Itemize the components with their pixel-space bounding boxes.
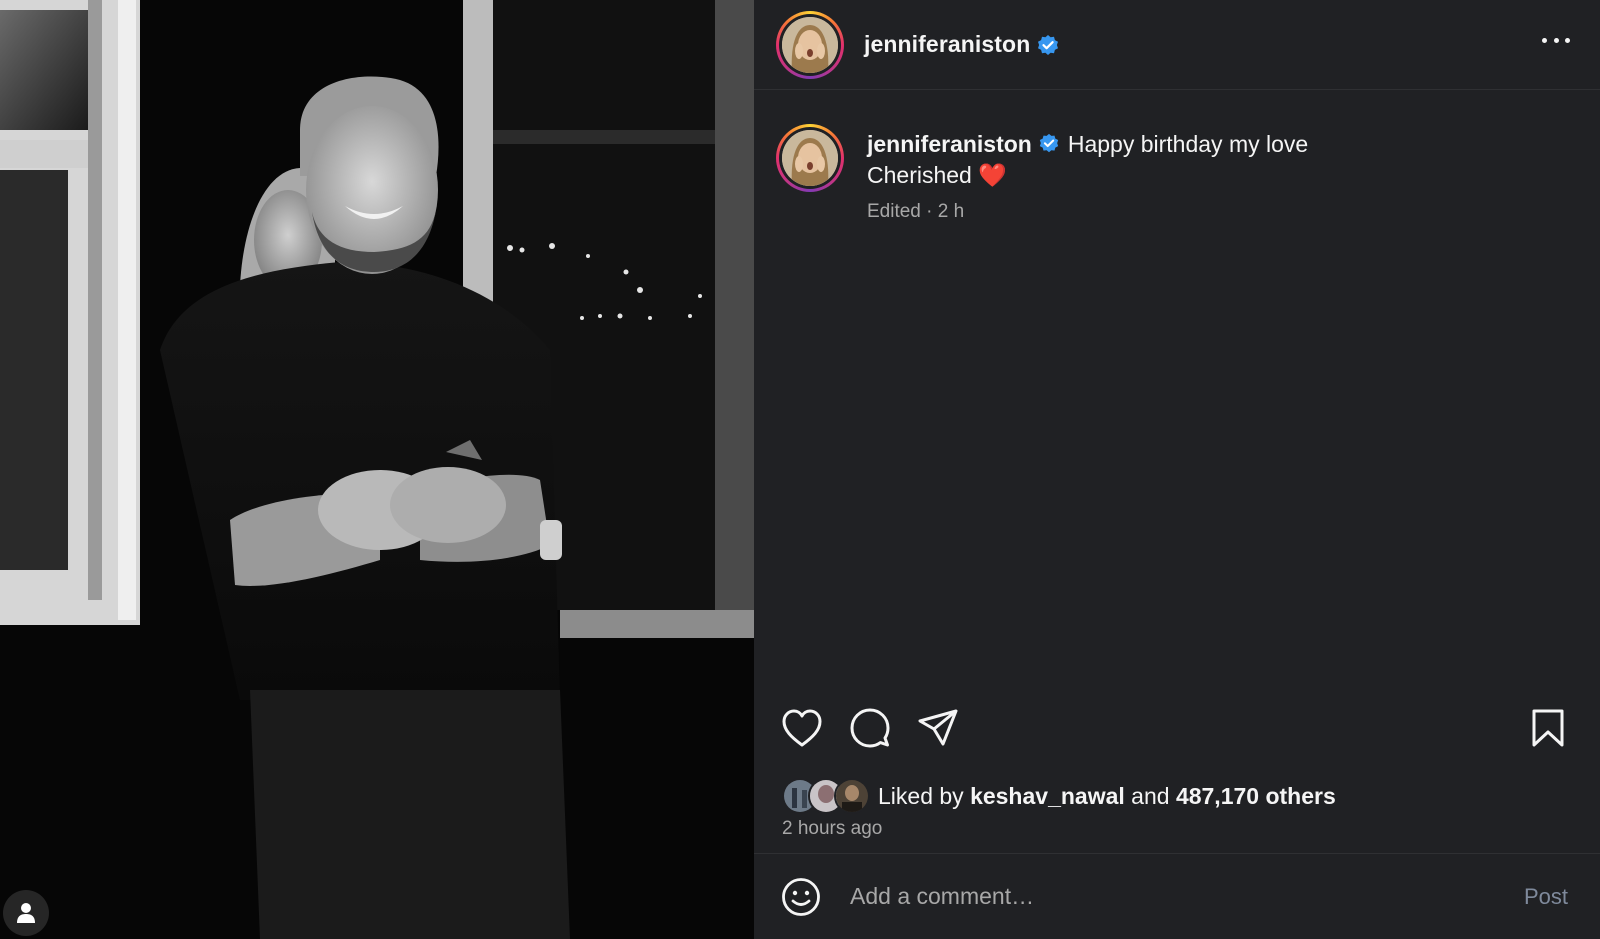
smiley-icon xyxy=(782,877,820,916)
comment-bar: Post xyxy=(754,853,1600,939)
paper-plane-icon xyxy=(918,709,958,746)
liker-avatar xyxy=(834,778,870,814)
caption-message: Happy birthday my love xyxy=(1067,131,1309,157)
avatar[interactable] xyxy=(776,10,844,79)
emoji-button[interactable] xyxy=(780,876,822,918)
more-options-button[interactable] xyxy=(1542,30,1570,50)
tag-people-button[interactable] xyxy=(3,890,49,936)
header-username-text[interactable]: jenniferaniston xyxy=(864,31,1030,57)
save-button[interactable] xyxy=(1526,706,1570,750)
likes-count[interactable]: 487,170 others xyxy=(1176,783,1336,810)
liker-avatars[interactable] xyxy=(782,778,870,814)
post-timestamp[interactable]: 2 hours ago xyxy=(782,818,882,840)
avatar-image xyxy=(782,16,838,73)
heart-icon xyxy=(782,709,822,747)
caption-age[interactable]: 2 h xyxy=(938,201,964,222)
bookmark-icon xyxy=(1532,709,1564,747)
heart-emoji: ❤️ xyxy=(978,162,1007,188)
post-photo[interactable] xyxy=(0,0,754,939)
person-icon xyxy=(17,903,35,923)
photo-illustration xyxy=(0,0,754,939)
comment-button[interactable] xyxy=(848,706,892,750)
caption-message-line2: Cherished xyxy=(867,162,972,188)
verified-badge-icon xyxy=(1038,34,1059,55)
post-comment-button[interactable]: Post xyxy=(1518,883,1574,911)
action-bar xyxy=(780,706,1570,750)
like-button[interactable] xyxy=(780,706,824,750)
caption-avatar[interactable] xyxy=(776,124,844,192)
comment-input[interactable] xyxy=(848,882,1518,911)
comment-bubble-icon xyxy=(850,708,890,748)
caption: jenniferaniston Happy birthday my love C… xyxy=(754,90,1600,650)
caption-username[interactable]: jenniferaniston xyxy=(867,131,1032,157)
caption-meta: Edited · 2 h xyxy=(867,201,965,222)
caption-text: jenniferaniston Happy birthday my love C… xyxy=(867,129,1308,191)
liked-by-user[interactable]: keshav_nawal xyxy=(970,783,1125,810)
post-details-panel: jenniferaniston jenniferaniston Happy bi… xyxy=(754,0,1600,939)
edited-label: Edited xyxy=(867,201,921,222)
post-modal: jenniferaniston jenniferaniston Happy bi… xyxy=(0,0,1600,939)
more-horizontal-icon xyxy=(1542,37,1547,43)
share-button[interactable] xyxy=(916,706,960,750)
post-header: jenniferaniston xyxy=(754,0,1600,90)
verified-badge-icon xyxy=(1039,133,1059,153)
header-username[interactable]: jenniferaniston xyxy=(864,31,1060,58)
caption-body: jenniferaniston Happy birthday my love C… xyxy=(867,124,1308,650)
likes-summary: Liked by keshav_nawal and 487,170 others xyxy=(782,778,1336,814)
avatar-image xyxy=(782,130,838,186)
